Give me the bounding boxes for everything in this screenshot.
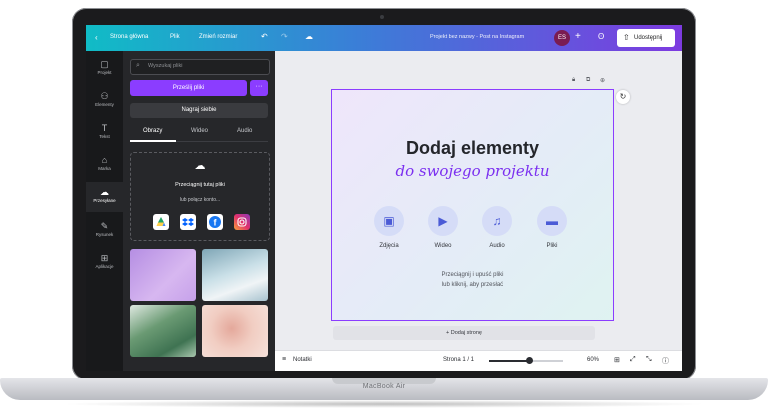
rail-label: Elementy (95, 102, 114, 107)
cloud-upload-icon: ☁ (100, 187, 109, 197)
image-thumbnail[interactable] (130, 305, 196, 357)
laptop-shadow (60, 400, 708, 408)
search-icon: ⌕ (136, 62, 140, 69)
upload-icon: ⇧ (623, 33, 630, 42)
media-label-audio: Audio (489, 243, 505, 249)
media-label-video: Wideo (434, 243, 452, 249)
folder-icon[interactable]: ▬ (537, 206, 567, 236)
rail-label: Tekst (99, 134, 110, 139)
app-screen: ‹ Strona główna Plik Zmień rozmiar ↶ ↷ ☁… (86, 25, 682, 371)
chevron-left-icon[interactable]: ‹ (95, 33, 98, 42)
redo-icon[interactable]: ↷ (281, 32, 288, 41)
rail-item-rysunek[interactable]: ✎ Rysunek (86, 216, 123, 246)
refresh-icon[interactable]: ↻ (616, 90, 630, 104)
more-options-button[interactable]: ··· (250, 80, 268, 96)
draw-icon: ✎ (100, 221, 109, 231)
file-menu[interactable]: Plik (170, 34, 180, 40)
canvas-title: Dodaj elementy (405, 138, 540, 158)
add-page-button[interactable]: + Dodaj stronę (333, 326, 595, 340)
bottom-bar: ≡ Notatki Strona 1 / 1 60% ⊞ ⤢ ⤡ ⓘ (275, 350, 682, 371)
canvas-subtitle: do swojego projektu (395, 162, 550, 180)
share-label: Udostępnij (634, 35, 663, 41)
undo-icon[interactable]: ↶ (261, 32, 268, 41)
rail-item-projekt[interactable]: ▢ Projekt (86, 54, 123, 84)
expand-icon[interactable]: ⤢ (630, 356, 636, 364)
rail-item-tekst[interactable]: T Tekst (86, 118, 123, 148)
uploads-panel: ⌕ Wyszukaj pliki Prześlij pliki ··· Nagr… (123, 51, 275, 371)
rail-item-marka[interactable]: ⌂ Marka (86, 150, 123, 180)
apps-icon: ⊞ (100, 253, 109, 263)
search-input[interactable]: ⌕ Wyszukaj pliki (130, 59, 270, 75)
design-page[interactable]: Dodaj elementy do swojego projektu ▣ ▶ ♫… (331, 89, 614, 321)
resize-menu[interactable]: Zmień rozmiar (199, 34, 237, 40)
notes-button[interactable]: Notatki (293, 357, 312, 363)
drop-zone[interactable]: ☁ Przeciągnij tutaj pliki lub połącz kon… (130, 152, 270, 241)
image-icon[interactable]: ▣ (374, 206, 404, 236)
left-rail: ▢ Projekt ⚇ Elementy T Tekst ⌂ Marka ☁ P… (86, 51, 123, 371)
video-icon[interactable]: ▶ (428, 206, 458, 236)
dropbox-icon[interactable] (180, 214, 196, 230)
tab-wideo[interactable]: Wideo (191, 128, 208, 134)
drop-hint-line1: Przeciągnij i upuść pliki (441, 272, 504, 278)
device-label: MacBook Air (362, 383, 406, 390)
avatar[interactable]: ES (554, 30, 570, 46)
rail-item-przesylane[interactable]: ☁ Przesyłane (86, 182, 123, 212)
search-placeholder: Wyszukaj pliki (148, 63, 183, 69)
cloud-sync-icon[interactable]: ☁ (305, 32, 313, 41)
rail-label: Marka (98, 166, 111, 171)
drop-zone-title: Przeciągnij tutaj pliki (175, 182, 225, 188)
camera-icon (380, 15, 384, 19)
upload-files-button[interactable]: Prześlij pliki (130, 80, 247, 96)
top-bar: ‹ Strona główna Plik Zmień rozmiar ↶ ↷ ☁… (86, 25, 682, 51)
drop-zone-subtitle: lub połącz konto... (179, 197, 221, 203)
rail-label: Przesyłane (93, 198, 116, 203)
google-drive-icon[interactable] (153, 214, 169, 230)
record-yourself-button[interactable]: Nagraj siebie (130, 103, 268, 118)
instagram-icon[interactable] (234, 214, 250, 230)
stats-icon[interactable]: ʘ (598, 32, 604, 41)
image-thumbnail[interactable] (202, 305, 268, 357)
add-page-icon[interactable]: ⊕ (600, 77, 605, 84)
rail-item-aplikacje[interactable]: ⊞ Aplikacje (86, 248, 123, 278)
image-thumbnail[interactable] (130, 249, 196, 301)
zoom-level[interactable]: 60% (587, 357, 599, 363)
image-thumbnail[interactable] (202, 249, 268, 301)
share-button[interactable]: ⇧ Udostępnij (617, 29, 675, 47)
help-icon[interactable]: ⓘ (662, 356, 669, 366)
fullscreen-icon[interactable]: ⤡ (646, 356, 652, 364)
text-icon: T (101, 123, 108, 133)
lock-icon[interactable]: 🔒︎ (572, 77, 575, 84)
home-link[interactable]: Strona główna (110, 34, 148, 40)
rail-label: Projekt (97, 70, 112, 75)
document-title[interactable]: Projekt bez nazwy - Post na Instagram (430, 34, 524, 40)
zoom-slider-fill (489, 360, 530, 362)
elements-icon: ⚇ (100, 91, 109, 101)
cloud-upload-icon: ☁ (194, 160, 206, 172)
media-label-files: Pliki (546, 243, 558, 249)
tab-audio[interactable]: Audio (237, 128, 252, 134)
facebook-icon[interactable]: f (207, 214, 223, 230)
rail-label: Aplikacje (95, 264, 114, 269)
plus-icon[interactable]: + (575, 31, 581, 42)
notes-icon[interactable]: ≡ (282, 356, 286, 363)
page-indicator[interactable]: Strona 1 / 1 (443, 357, 474, 363)
media-label-photos: Zdjęcia (379, 243, 399, 249)
brand-icon: ⌂ (101, 155, 108, 165)
rail-label: Rysunek (95, 232, 114, 237)
duplicate-icon[interactable]: ⧉ (586, 77, 590, 84)
zoom-slider-handle[interactable] (526, 357, 534, 364)
active-tab-indicator (130, 140, 176, 142)
template-icon: ▢ (100, 59, 109, 69)
drop-hint-line2: lub kliknij, aby przesłać (441, 282, 504, 288)
grid-view-icon[interactable]: ⊞ (614, 356, 620, 364)
music-icon[interactable]: ♫ (482, 206, 512, 236)
rail-item-elementy[interactable]: ⚇ Elementy (86, 86, 123, 116)
tab-obrazy[interactable]: Obrazy (143, 128, 162, 134)
